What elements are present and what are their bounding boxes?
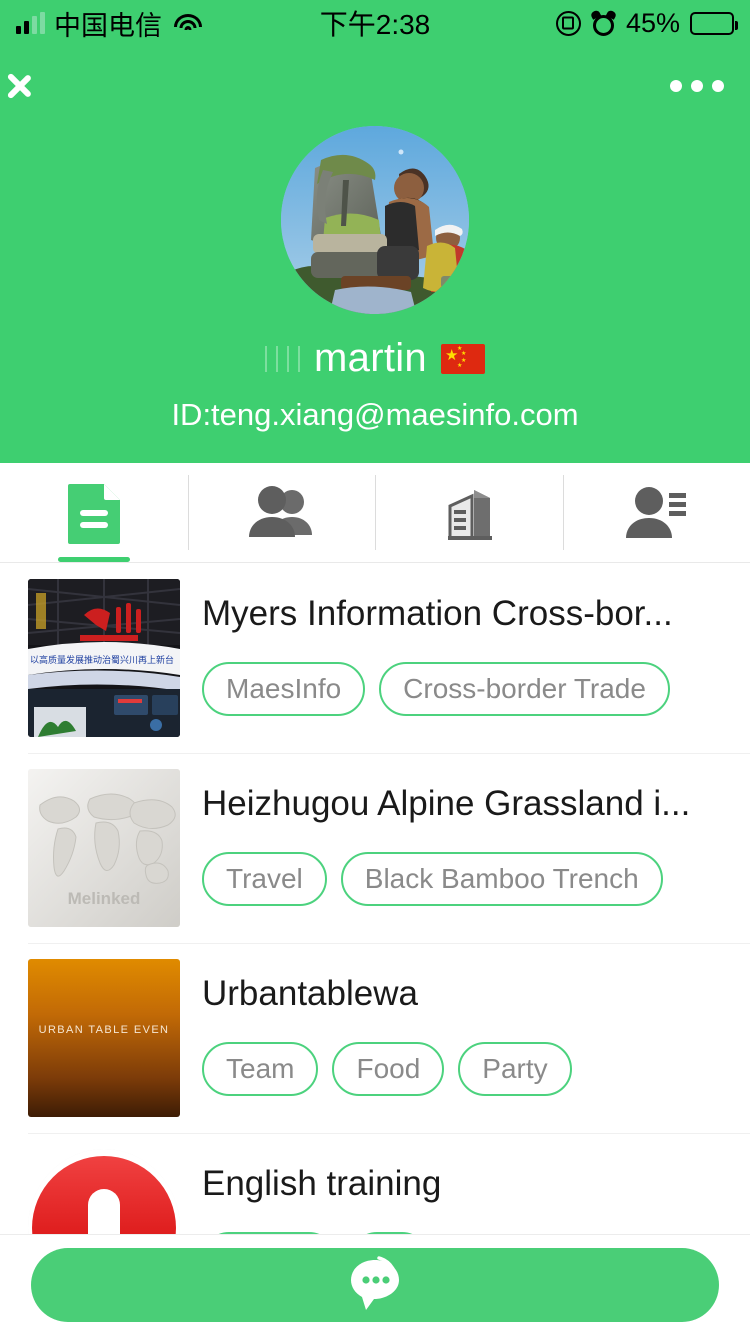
list-item-thumbnail: URBAN TABLE EVEN	[28, 959, 180, 1117]
tag[interactable]: Food	[332, 1041, 445, 1096]
back-chevron-icon[interactable]	[26, 59, 60, 113]
tab-bar	[0, 463, 750, 563]
tab-documents[interactable]	[0, 463, 188, 562]
tag[interactable]: Team	[202, 1041, 319, 1096]
status-bar: 中国电信 下午2:38 45%	[0, 0, 750, 46]
people-group-icon	[249, 485, 313, 537]
list-item[interactable]: 以高质量发展推动治蜀兴川再上新台 Myers Information Cross…	[0, 563, 750, 753]
china-flag-icon: ★ ★ ★ ★ ★	[440, 343, 485, 374]
list-item-title: Urbantablewa	[202, 975, 418, 1013]
building-icon	[447, 489, 492, 540]
avatar[interactable]	[281, 126, 469, 314]
list-item-tags: Travel Black Bamboo Trench	[202, 851, 750, 906]
username-label: martin	[314, 336, 427, 380]
status-bar-left: 中国电信	[16, 4, 203, 43]
list-item-thumbnail: Melinked	[28, 769, 180, 927]
battery-percent-label: 45%	[625, 7, 680, 38]
thumbnail-caption: URBAN TABLE EVEN	[39, 1024, 170, 1036]
list-item-body: Heizhugou Alpine Grassland i... Travel B…	[180, 769, 750, 906]
status-bar-right: 45%	[555, 7, 738, 39]
tab-contact-details[interactable]	[562, 463, 750, 562]
username-row: martin ★ ★ ★ ★ ★	[265, 336, 485, 381]
alarm-clock-icon	[589, 8, 618, 36]
thumbnail-watermark: Melinked	[68, 889, 141, 908]
profile-header: martin ★ ★ ★ ★ ★ ID:teng.xiang@maesinfo.com	[0, 126, 750, 463]
chat-bubble-icon	[351, 1255, 399, 1310]
list-item-title: Heizhugou Alpine Grassland i...	[202, 785, 691, 823]
tag[interactable]: Travel	[202, 851, 327, 906]
list-item[interactable]: Melinked Heizhugou Alpine Grassland i...…	[0, 753, 750, 943]
content-list: 以高质量发展推动治蜀兴川再上新台 Myers Information Cross…	[0, 563, 750, 1323]
list-item-tags: Team Food Party	[202, 1041, 750, 1096]
name-placeholder-glyphs	[265, 345, 301, 372]
list-item-title: Myers Information Cross-bor...	[202, 595, 673, 633]
tag[interactable]: Cross-border Trade	[379, 661, 670, 716]
chat-button[interactable]	[31, 1247, 719, 1322]
battery-icon	[690, 11, 738, 35]
list-item-title: English training	[202, 1165, 442, 1203]
user-id-label: ID:teng.xiang@maesinfo.com	[171, 397, 579, 432]
tag[interactable]: MaesInfo	[202, 661, 366, 716]
tag[interactable]: Black Bamboo Trench	[340, 851, 663, 906]
list-item[interactable]: URBAN TABLE EVEN Urbantablewa Team Food …	[0, 943, 750, 1133]
svg-text:以高质量发展推动治蜀兴川再上新台: 以高质量发展推动治蜀兴川再上新台	[30, 654, 174, 666]
bottom-bar	[0, 1235, 750, 1334]
signal-bars-icon	[16, 12, 45, 34]
list-item-body: Myers Information Cross-bor... MaesInfo …	[180, 579, 750, 716]
nav-bar	[0, 46, 750, 126]
list-item-body: Urbantablewa Team Food Party	[180, 959, 750, 1096]
carrier-label: 中国电信	[54, 10, 162, 41]
tab-company[interactable]	[375, 463, 563, 562]
wifi-icon	[173, 12, 203, 34]
document-icon	[67, 483, 120, 544]
tag[interactable]: Party	[458, 1041, 572, 1096]
list-item-thumbnail: 以高质量发展推动治蜀兴川再上新台	[28, 579, 180, 737]
tab-active-indicator	[57, 557, 130, 562]
list-item-tags: MaesInfo Cross-border Trade	[202, 661, 750, 716]
tab-groups[interactable]	[187, 463, 376, 562]
person-details-icon	[626, 486, 687, 538]
more-options-icon[interactable]	[670, 70, 724, 102]
rotation-lock-icon	[555, 10, 581, 36]
